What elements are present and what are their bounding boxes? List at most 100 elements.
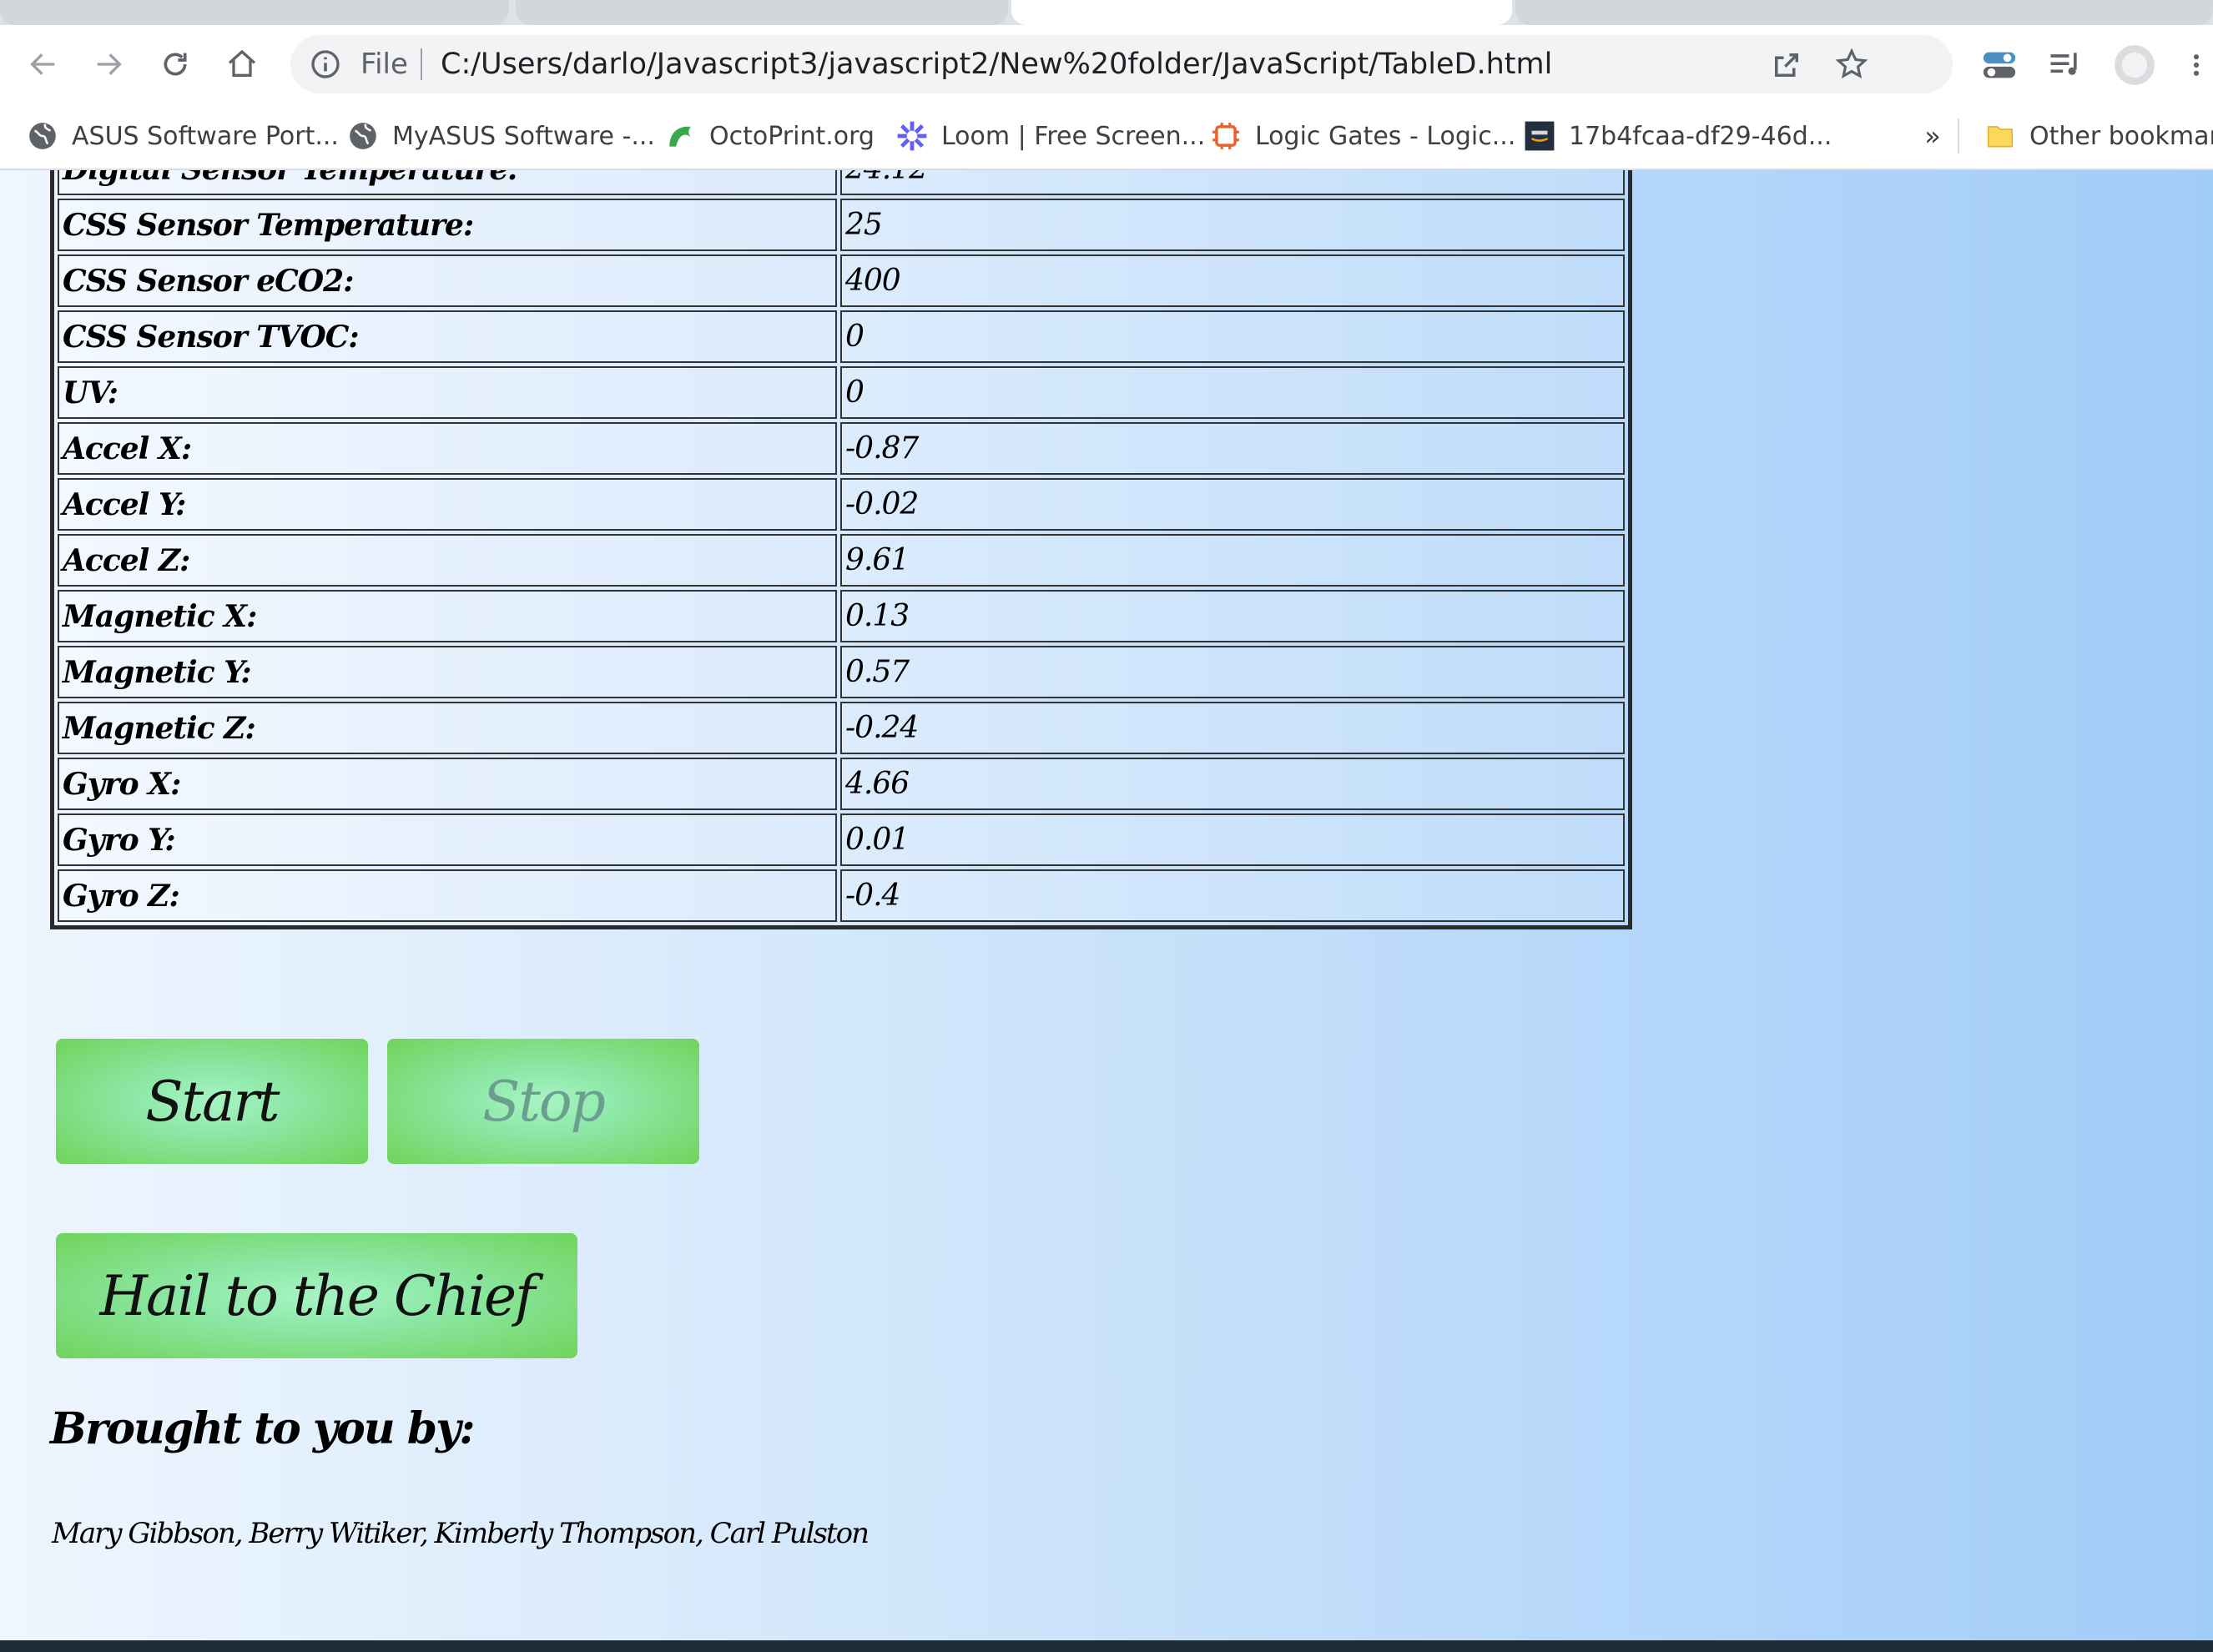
globe-icon (350, 123, 376, 149)
start-button[interactable]: Start (56, 1039, 368, 1164)
reload-icon (164, 53, 187, 76)
other-bookmarks-folder[interactable]: Other bookmarks (1984, 103, 2213, 169)
credits-heading: Brought to you by: (50, 1403, 476, 1454)
sensor-label: Accel X: (58, 422, 837, 475)
info-icon[interactable] (309, 48, 342, 81)
globe-icon (29, 123, 56, 149)
sensor-label: Gyro Y: (58, 813, 837, 866)
sensor-label: CSS Sensor eCO2: (58, 254, 837, 307)
bookmark-logic-gates[interactable]: Logic Gates - Logic... (1210, 103, 1515, 169)
table-row: Accel Y: -0.02 (58, 478, 1625, 531)
browser-toolbar: File C:/Users/darlo/Javascript3/javascri… (0, 25, 2213, 103)
forward-button[interactable] (83, 39, 134, 89)
share-icon[interactable] (1769, 48, 1804, 83)
tab-1[interactable] (0, 0, 509, 25)
sensor-label: Gyro X: (58, 758, 837, 810)
table-row: Magnetic Y: 0.57 (58, 646, 1625, 698)
back-button[interactable] (18, 39, 68, 89)
chip-icon (1212, 123, 1239, 149)
table-row: CSS Sensor eCO2: 400 (58, 254, 1625, 307)
sensor-value: -0.24 (840, 702, 1625, 754)
sensor-value: 0.01 (840, 813, 1625, 866)
media-control-button[interactable] (2041, 42, 2088, 88)
home-button[interactable] (217, 39, 267, 89)
sensor-label: Magnetic Z: (58, 702, 837, 754)
arrow-left-icon (30, 53, 55, 75)
tab-4[interactable] (1515, 0, 2213, 25)
sensor-value: 9.61 (840, 534, 1625, 587)
os-taskbar (0, 1640, 2213, 1652)
table-row: UV: 0 (58, 366, 1625, 419)
sensor-label: Magnetic Y: (58, 646, 837, 698)
octoprint-icon (669, 126, 691, 147)
bookmark-label: Loom | Free Screen... (941, 121, 1206, 151)
table-row: Magnetic X: 0.13 (58, 590, 1625, 642)
extension-toggle-button[interactable] (1976, 42, 2023, 88)
sensor-value: 400 (840, 254, 1625, 307)
bookmark-asus-software[interactable]: ASUS Software Port... (27, 103, 339, 169)
sensor-value: 0.57 (840, 646, 1625, 698)
sensor-value: 4.66 (840, 758, 1625, 810)
bookmark-label: 17b4fcaa-df29-46d... (1569, 121, 1832, 151)
table-row: CSS Sensor TVOC: 0 (58, 310, 1625, 363)
url-text[interactable]: C:/Users/darlo/Javascript3/javascript2/N… (441, 35, 1552, 93)
table-row: CSS Sensor Temperature: 25 (58, 199, 1625, 251)
credits-names: Mary Gibbson, Berry Witiker, Kimberly Th… (52, 1517, 870, 1550)
home-icon (228, 49, 256, 77)
sensor-label: Digital Sensor Temperature: (58, 170, 837, 195)
browser-menu-button[interactable] (2180, 42, 2213, 88)
bookmark-star-icon[interactable] (1834, 47, 1869, 82)
bookmark-label: MyASUS Software -... (392, 121, 655, 151)
kebab-menu-icon (2193, 54, 2200, 76)
bookmark-label: OctoPrint.org (709, 121, 875, 151)
table-row: Gyro X: 4.66 (58, 758, 1625, 810)
tab-active[interactable] (1011, 0, 1512, 25)
address-bar[interactable]: File C:/Users/darlo/Javascript3/javascri… (290, 35, 1953, 93)
sensor-label: CSS Sensor Temperature: (58, 199, 837, 251)
bookmark-label: Other bookmarks (2029, 121, 2213, 151)
sensor-value: 0 (840, 366, 1625, 419)
reload-button[interactable] (150, 39, 200, 89)
profile-button[interactable] (2111, 42, 2158, 88)
sensor-value: -0.4 (840, 869, 1625, 922)
bookmark-myasus-software[interactable]: MyASUS Software -... (347, 103, 655, 169)
stop-button[interactable]: Stop (387, 1039, 699, 1164)
toggle-extension-icon (1983, 52, 2016, 78)
bookmarks-bar: ASUS Software Port... MyASUS Software -.… (0, 103, 2213, 170)
aws-icon (1525, 121, 1555, 151)
table-row: Magnetic Z: -0.24 (58, 702, 1625, 754)
arrow-right-icon (97, 53, 122, 75)
table-row: Gyro Z: -0.4 (58, 869, 1625, 922)
bookmark-label: Logic Gates - Logic... (1255, 121, 1516, 151)
table-row: Digital Sensor Temperature:24.12 (58, 170, 1625, 195)
bookmarks-overflow-button[interactable]: » (1916, 115, 1949, 157)
tab-2[interactable] (516, 0, 1008, 25)
folder-icon (1987, 126, 2014, 148)
address-separator (421, 48, 422, 80)
sensor-value: 0.13 (840, 590, 1625, 642)
bookmark-octoprint[interactable]: OctoPrint.org (664, 103, 875, 169)
sensor-data-table: Digital Sensor Temperature:24.12CSS Sens… (50, 170, 1632, 929)
table-row: Accel X: -0.87 (58, 422, 1625, 475)
table-row: Gyro Y: 0.01 (58, 813, 1625, 866)
sensor-value: 25 (840, 199, 1625, 251)
playlist-icon (2050, 53, 2077, 75)
sensor-label: Accel Z: (58, 534, 837, 587)
sensor-value: -0.87 (840, 422, 1625, 475)
loom-icon (897, 121, 927, 151)
table-row: Accel Z: 9.61 (58, 534, 1625, 587)
sensor-value: 0 (840, 310, 1625, 363)
bookmark-aws-console[interactable]: 17b4fcaa-df29-46d... (1524, 103, 1832, 169)
sensor-label: Accel Y: (58, 478, 837, 531)
sensor-value: 24.12 (840, 170, 1625, 195)
bookmarks-divider (1958, 118, 1959, 154)
tab-strip (0, 0, 2213, 25)
bookmark-loom[interactable]: Loom | Free Screen... (896, 103, 1205, 169)
page-content: Digital Sensor Temperature:24.12CSS Sens… (0, 170, 2213, 1642)
hail-to-the-chief-button[interactable]: Hail to the Chief (56, 1233, 577, 1358)
sensor-label: Magnetic X: (58, 590, 837, 642)
avatar-icon (2115, 45, 2155, 85)
sensor-label: CSS Sensor TVOC: (58, 310, 837, 363)
address-scheme: File (360, 48, 408, 81)
sensor-value: -0.02 (840, 478, 1625, 531)
